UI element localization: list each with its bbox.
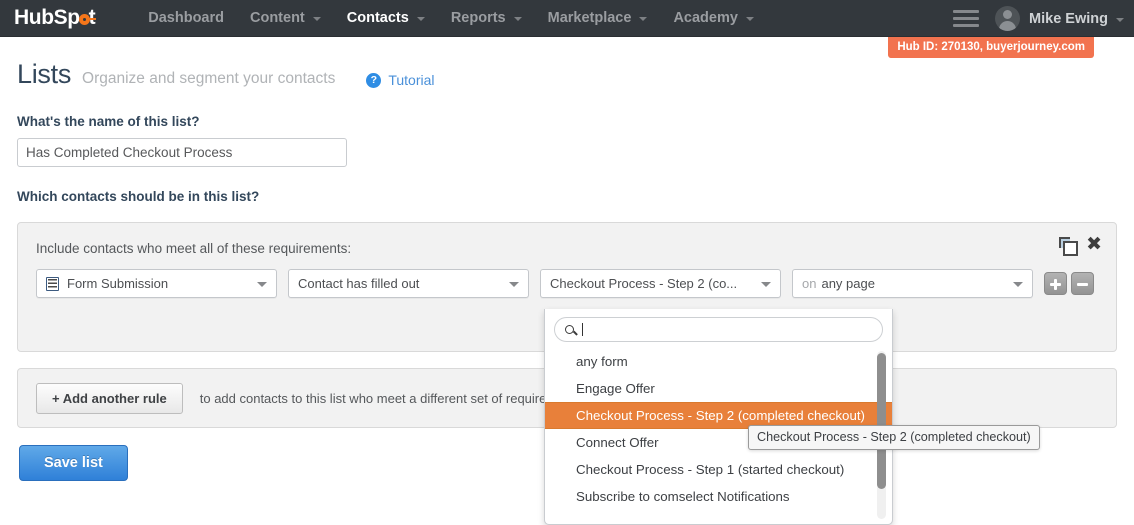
chevron-down-icon — [509, 281, 519, 287]
remove-criterion-button[interactable] — [1071, 272, 1094, 295]
hamburger-bar — [953, 17, 980, 20]
rule-intro-text: Include contacts who meet all of these r… — [36, 241, 352, 256]
chevron-down-icon[interactable] — [1116, 17, 1124, 22]
chevron-down-icon — [639, 17, 648, 21]
dropdown-condition-label: Contact has filled out — [298, 276, 420, 291]
top-navigation-bar: HubSpt Dashboard Content Contacts Report… — [0, 0, 1134, 37]
chevron-down-icon — [761, 281, 771, 287]
form-select-dropdown-menu: any form Engage Offer Checkout Process -… — [544, 309, 893, 525]
hubspot-logo[interactable]: HubSpt — [14, 6, 96, 30]
rule-panel-actions: ✖ — [1059, 235, 1102, 256]
dropdown-page-select[interactable]: on any page — [792, 269, 1033, 298]
dropdown-page-label: any page — [821, 276, 875, 291]
username-label: Mike Ewing — [1029, 10, 1108, 27]
chevron-down-icon — [312, 17, 321, 21]
nav-item-content[interactable]: Content — [237, 0, 334, 37]
hamburger-bar — [953, 24, 980, 27]
dropdown-option[interactable]: Subscribe to comselect Notifications — [545, 483, 892, 510]
dropdown-scrollbar-thumb[interactable] — [877, 353, 886, 489]
dropdown-page-prefix: on — [802, 276, 817, 291]
nav-right-cluster: Mike Ewing — [953, 0, 1124, 37]
help-question-icon: ? — [366, 72, 382, 88]
dropdown-option[interactable]: Checkout Process - Step 1 (started check… — [545, 456, 892, 483]
search-icon — [565, 325, 574, 334]
chevron-down-icon — [513, 17, 522, 21]
option-tooltip: Checkout Process - Step 2 (completed che… — [748, 425, 1040, 450]
dropdown-rule-type-label: Form Submission — [67, 276, 169, 291]
sprocket-icon — [78, 14, 96, 25]
nav-label-academy: Academy — [673, 10, 738, 26]
add-another-rule-button[interactable]: + Add another rule — [36, 382, 183, 414]
chevron-down-icon — [416, 17, 425, 21]
chevron-down-icon — [257, 281, 267, 287]
text-cursor — [582, 323, 583, 336]
nav-item-reports[interactable]: Reports — [438, 0, 535, 37]
add-rule-helper-text: to add contacts to this list who meet a … — [199, 390, 582, 406]
contacts-question: Which contacts should be in this list? — [17, 189, 260, 204]
nav-item-marketplace[interactable]: Marketplace — [535, 0, 661, 37]
list-name-input[interactable] — [17, 138, 347, 167]
nav-item-dashboard[interactable]: Dashboard — [135, 0, 237, 37]
nav-label-content: Content — [250, 10, 305, 26]
dropdown-option[interactable]: any form — [545, 348, 892, 375]
tutorial-label: Tutorial — [388, 72, 435, 89]
dropdown-condition[interactable]: Contact has filled out — [288, 269, 529, 298]
nav-label-dashboard: Dashboard — [148, 10, 224, 26]
rule-row: Form Submission Contact has filled out C… — [36, 269, 1098, 298]
chevron-down-icon — [745, 17, 754, 21]
add-criterion-button[interactable] — [1044, 272, 1067, 295]
copy-icon[interactable] — [1059, 237, 1079, 256]
nav-label-marketplace: Marketplace — [547, 10, 632, 26]
logo-text-hub: HubSp — [14, 6, 80, 29]
save-list-button[interactable]: Save list — [19, 445, 128, 481]
nav-items: Dashboard Content Contacts Reports Marke… — [135, 0, 767, 37]
close-icon[interactable]: ✖ — [1086, 235, 1102, 254]
hamburger-bar — [953, 10, 980, 13]
dropdown-option[interactable]: Engage Offer — [545, 375, 892, 402]
chevron-down-icon — [1013, 281, 1023, 287]
page-title: Lists — [17, 59, 72, 89]
hamburger-menu-icon[interactable] — [953, 6, 980, 31]
nav-label-reports: Reports — [450, 10, 506, 26]
nav-item-academy[interactable]: Academy — [660, 0, 766, 37]
form-submission-icon — [46, 276, 59, 291]
dropdown-rule-type[interactable]: Form Submission — [36, 269, 277, 298]
tutorial-link-group[interactable]: ? Tutorial — [366, 72, 435, 89]
hub-id-badge: Hub ID: 270130, buyerjourney.com — [888, 37, 1094, 58]
avatar[interactable] — [995, 6, 1021, 31]
dropdown-search-box[interactable] — [554, 317, 883, 342]
dropdown-form-label: Checkout Process - Step 2 (co... — [550, 276, 738, 291]
list-name-question: What's the name of this list? — [17, 114, 200, 129]
dropdown-form-select[interactable]: Checkout Process - Step 2 (co... — [540, 269, 781, 298]
nav-label-contacts: Contacts — [346, 10, 409, 26]
page-subtitle: Organize and segment your contacts — [82, 70, 336, 87]
nav-item-contacts[interactable]: Contacts — [334, 0, 438, 37]
